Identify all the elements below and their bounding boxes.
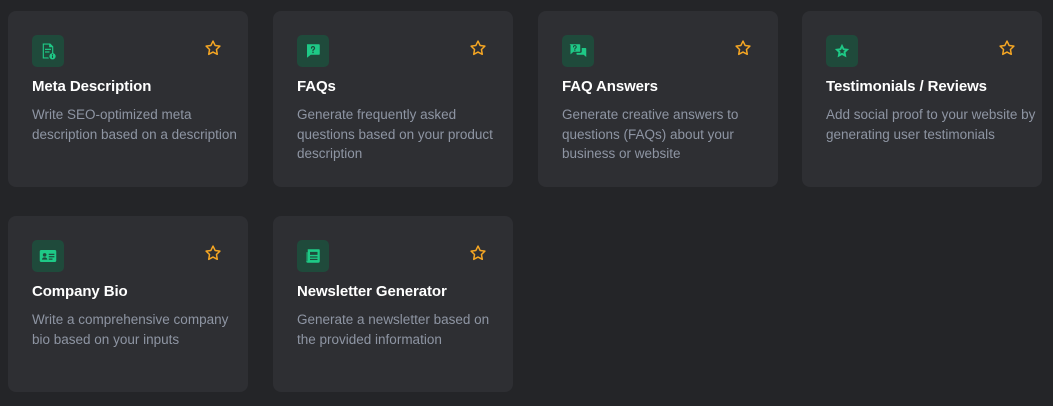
card-description: Generate creative answers to questions (…	[562, 107, 739, 162]
favorite-star-icon[interactable]	[204, 244, 222, 262]
question-chat-icon	[297, 35, 329, 67]
favorite-star-icon[interactable]	[998, 39, 1016, 57]
template-card-newsletter-generator[interactable]: Newsletter Generator Generate a newslett…	[273, 216, 513, 392]
star-badge-icon	[826, 35, 858, 67]
card-description: Write SEO-optimized meta description bas…	[32, 107, 237, 142]
question-answer-chat-icon	[562, 35, 594, 67]
favorite-star-icon[interactable]	[204, 39, 222, 57]
card-title: FAQ Answers	[562, 78, 658, 95]
card-title: Company Bio	[32, 283, 128, 300]
card-description: Generate frequently asked questions base…	[297, 107, 493, 162]
favorite-star-icon[interactable]	[469, 244, 487, 262]
template-card-company-bio[interactable]: Company Bio Write a comprehensive compan…	[8, 216, 248, 392]
card-title: Meta Description	[32, 78, 152, 95]
template-card-faqs[interactable]: FAQs Generate frequently asked questions…	[273, 11, 513, 187]
template-card-testimonials-reviews[interactable]: Testimonials / Reviews Add social proof …	[802, 11, 1042, 187]
newspaper-icon	[297, 240, 329, 272]
favorite-star-icon[interactable]	[734, 39, 752, 57]
favorite-star-icon[interactable]	[469, 39, 487, 57]
card-description: Write a comprehensive company bio based …	[32, 312, 229, 347]
template-card-meta-description[interactable]: Meta Description Write SEO-optimized met…	[8, 11, 248, 187]
template-card-faq-answers[interactable]: FAQ Answers Generate creative answers to…	[538, 11, 778, 187]
card-description: Add social proof to your website by gene…	[826, 107, 1036, 142]
id-card-icon	[32, 240, 64, 272]
card-title: Newsletter Generator	[297, 283, 447, 300]
template-card-grid: Meta Description Write SEO-optimized met…	[0, 0, 1053, 406]
card-description: Generate a newsletter based on the provi…	[297, 312, 490, 347]
card-title: FAQs	[297, 78, 336, 95]
card-title: Testimonials / Reviews	[826, 78, 987, 95]
document-info-icon	[32, 35, 64, 67]
